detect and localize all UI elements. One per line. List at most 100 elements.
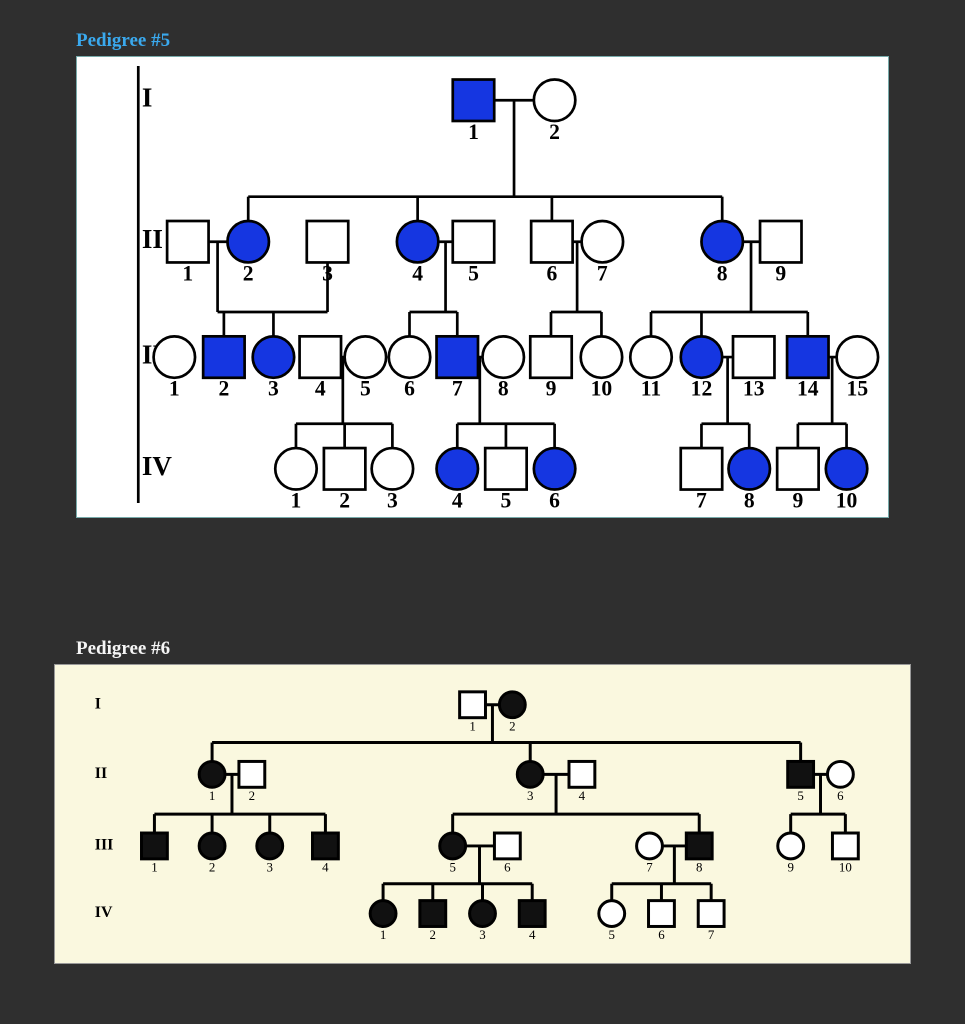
- individual-male: [686, 833, 712, 859]
- gen-label: I: [142, 82, 153, 112]
- individual-number: 9: [787, 859, 793, 874]
- pedigree-6-frame: IIIIIIIV12123456123456789101234567: [54, 664, 911, 964]
- individual-number: 2: [243, 261, 254, 285]
- individual-number: 1: [182, 261, 193, 285]
- individual-number: 5: [468, 261, 479, 285]
- individual-number: 6: [549, 488, 560, 512]
- individual-male: [460, 691, 486, 717]
- individual-male: [420, 900, 446, 926]
- pedigree-5-frame: IIIIIIIV12123456789123456789101112131415…: [76, 56, 889, 518]
- individual-number: 10: [591, 377, 613, 401]
- individual-male: [142, 833, 168, 859]
- individual-number: 5: [609, 927, 615, 942]
- individual-female: [827, 761, 853, 787]
- individual-number: 2: [509, 718, 515, 733]
- individual-male: [777, 448, 818, 489]
- individual-male: [760, 221, 801, 262]
- individual-number: 6: [504, 859, 511, 874]
- individual-female: [440, 833, 466, 859]
- individual-number: 2: [218, 377, 229, 401]
- individual-number: 1: [151, 859, 157, 874]
- gen-label: III: [95, 836, 114, 853]
- individual-number: 2: [249, 787, 255, 802]
- individual-female: [397, 221, 438, 262]
- individual-male: [307, 221, 348, 262]
- individual-female: [534, 448, 575, 489]
- individual-female: [275, 448, 316, 489]
- individual-number: 3: [322, 261, 333, 285]
- individual-female: [729, 448, 770, 489]
- individual-number: 7: [646, 859, 653, 874]
- individual-male: [530, 336, 571, 377]
- individual-number: 1: [209, 787, 215, 802]
- individual-number: 9: [546, 377, 557, 401]
- individual-number: 4: [529, 927, 536, 942]
- individual-female: [470, 900, 496, 926]
- individual-number: 4: [412, 261, 423, 285]
- individual-male: [531, 221, 572, 262]
- individual-number: 13: [743, 377, 765, 401]
- individual-number: 2: [430, 927, 436, 942]
- individual-number: 3: [527, 787, 533, 802]
- individual-number: 3: [479, 927, 485, 942]
- individual-female: [372, 448, 413, 489]
- individual-number: 4: [579, 787, 586, 802]
- individual-number: 9: [775, 261, 786, 285]
- individual-number: 11: [641, 377, 661, 401]
- individual-number: 14: [797, 377, 819, 401]
- individual-female: [837, 336, 878, 377]
- individual-female: [581, 336, 622, 377]
- individual-male: [453, 221, 494, 262]
- individual-number: 7: [452, 377, 463, 401]
- individual-number: 6: [658, 927, 665, 942]
- individual-number: 10: [839, 859, 852, 874]
- individual-male: [453, 80, 494, 121]
- individual-female: [154, 336, 195, 377]
- individual-number: 6: [404, 377, 415, 401]
- individual-number: 3: [268, 377, 279, 401]
- individual-number: 8: [717, 261, 728, 285]
- individual-female: [701, 221, 742, 262]
- individual-female: [599, 900, 625, 926]
- individual-number: 4: [322, 859, 329, 874]
- individual-male: [312, 833, 338, 859]
- individual-number: 6: [546, 261, 557, 285]
- individual-female: [389, 336, 430, 377]
- gen-label: II: [142, 224, 163, 254]
- individual-male: [788, 761, 814, 787]
- individual-number: 1: [468, 120, 479, 144]
- pedigree-6-diagram: IIIIIIIV12123456123456789101234567: [55, 665, 910, 963]
- individual-female: [517, 761, 543, 787]
- individual-number: 8: [744, 488, 755, 512]
- pedigree-5-diagram: IIIIIIIV12123456789123456789101112131415…: [77, 57, 888, 517]
- individual-number: 2: [549, 120, 560, 144]
- individual-number: 5: [797, 787, 803, 802]
- individual-number: 6: [837, 787, 844, 802]
- individual-number: 5: [449, 859, 455, 874]
- individual-number: 8: [696, 859, 702, 874]
- individual-male: [324, 448, 365, 489]
- individual-number: 1: [291, 488, 302, 512]
- individual-female: [199, 833, 225, 859]
- individual-number: 7: [696, 488, 707, 512]
- individual-female: [499, 691, 525, 717]
- individual-male: [494, 833, 520, 859]
- gen-label: IV: [95, 904, 113, 921]
- individual-female: [826, 448, 867, 489]
- individual-male: [300, 336, 341, 377]
- individual-female: [483, 336, 524, 377]
- individual-number: 4: [452, 488, 463, 512]
- pedigree-6-title: Pedigree #6: [76, 638, 965, 660]
- individual-female: [227, 221, 268, 262]
- individual-female: [437, 448, 478, 489]
- individual-male: [733, 336, 774, 377]
- individual-number: 10: [836, 488, 858, 512]
- individual-male: [569, 761, 595, 787]
- individual-female: [778, 833, 804, 859]
- gen-label: II: [95, 765, 107, 782]
- individual-number: 5: [501, 488, 512, 512]
- individual-number: 5: [360, 377, 371, 401]
- pedigree-5-title: Pedigree #5: [76, 30, 965, 52]
- individual-number: 7: [708, 927, 715, 942]
- individual-number: 1: [469, 718, 475, 733]
